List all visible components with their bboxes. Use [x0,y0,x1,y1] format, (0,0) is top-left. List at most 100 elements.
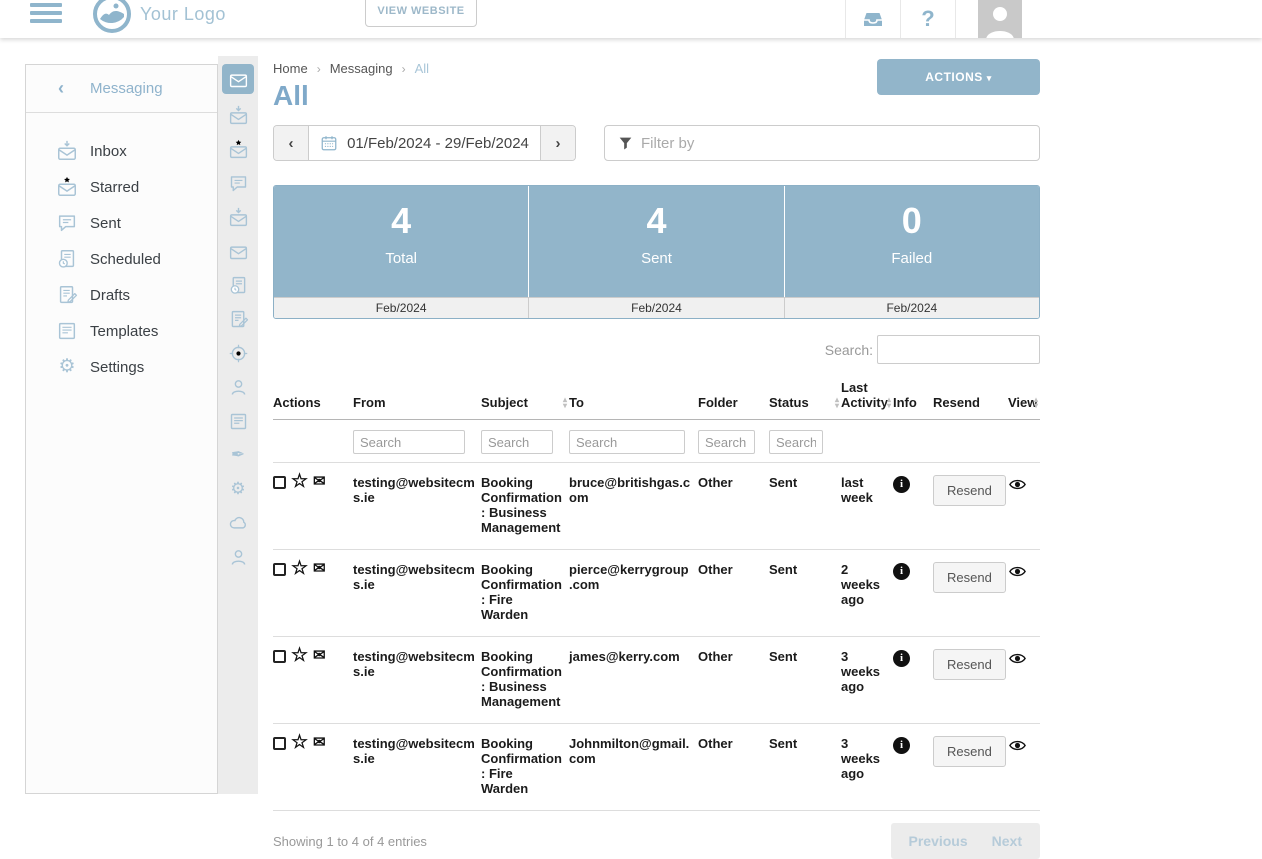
rail-signature-icon[interactable]: ✒ [222,442,254,468]
sort-arrows-icon: ▴▾ [1034,397,1038,409]
date-range-picker[interactable]: 01/Feb/2024 - 29/Feb/2024 [309,126,540,160]
cell-status: Sent [769,724,841,811]
rail-contacts-icon[interactable] [222,374,254,400]
column-header-status[interactable]: Status▴▾ [769,374,841,420]
envelope-icon[interactable]: ✉ [313,736,326,750]
row-checkbox[interactable] [273,563,286,576]
table-row: ☆✉testing@websitecms.ieBooking Confirmat… [273,724,1040,811]
sidebar-item-label: Settings [90,359,144,376]
cell-status: Sent [769,463,841,550]
resend-button[interactable]: Resend [933,562,1006,593]
rail-messaging-icon[interactable] [222,64,254,94]
row-checkbox[interactable] [273,650,286,663]
star-icon[interactable]: ☆ [291,736,308,750]
stat-card-failed: 0Failed [784,186,1039,297]
column-header-view[interactable]: View▴▾ [1008,374,1040,420]
rail-starred-icon[interactable] [222,136,254,162]
column-filter-subject[interactable] [481,430,553,454]
row-actions: ☆✉ [273,736,347,750]
rail-inbox-icon[interactable] [222,102,254,128]
stat-value: 0 [785,200,1039,242]
eye-view-icon[interactable] [1008,475,1027,494]
sidebar-item-sent[interactable]: Sent [26,205,217,241]
sidebar-item-scheduled[interactable]: Scheduled [26,241,217,277]
starred-envelope-icon [56,176,78,198]
stat-period: Feb/2024 [274,298,528,318]
resend-button[interactable]: Resend [933,736,1006,767]
rail-automation-icon[interactable] [222,340,254,366]
resend-button[interactable]: Resend [933,649,1006,680]
help-icon[interactable]: ? [901,0,955,38]
cell-last-activity: 3 weeks ago [841,724,893,811]
column-header-subject[interactable]: Subject▴▾ [481,374,569,420]
rail-chat-icon[interactable] [222,170,254,196]
stat-value: 4 [529,200,783,242]
stat-label: Total [274,250,528,267]
row-checkbox[interactable] [273,476,286,489]
column-filter-folder[interactable] [698,430,755,454]
breadcrumb-home[interactable]: Home [273,61,308,76]
actions-dropdown-button[interactable]: ACTIONS▾ [877,59,1040,95]
view-website-button[interactable]: VIEW WEBSITE [365,0,477,27]
envelope-icon[interactable]: ✉ [313,562,326,576]
rail-scheduled-icon[interactable] [222,272,254,298]
rail-sync-icon[interactable] [222,510,254,536]
date-next-button[interactable]: › [540,126,575,160]
row-checkbox[interactable] [273,737,286,750]
sidebar: ‹ Messaging InboxStarredSentScheduled Dra… [25,64,218,794]
row-actions: ☆✉ [273,649,347,663]
info-icon[interactable]: i [893,476,910,493]
sidebar-collapse-header[interactable]: ‹ Messaging [26,65,217,113]
info-icon[interactable]: i [893,650,910,667]
rail-account-icon[interactable] [222,544,254,570]
funnel-icon [618,136,633,151]
rail-settings-icon[interactable]: ⚙ [222,476,254,502]
hamburger-menu-icon[interactable] [30,3,62,27]
eye-view-icon[interactable] [1008,562,1027,581]
star-icon[interactable]: ☆ [291,649,308,663]
table-row: ☆✉testing@websitecms.ieBooking Confirmat… [273,463,1040,550]
star-icon[interactable]: ☆ [291,475,308,489]
eye-view-icon[interactable] [1008,736,1027,755]
star-icon[interactable]: ☆ [291,562,308,576]
rail-sent-icon[interactable] [222,204,254,230]
logo: Your Logo [92,0,226,34]
logo-picture-icon [92,0,132,34]
column-header-to: To [569,374,698,420]
sidebar-item-inbox[interactable]: Inbox [26,133,217,169]
column-filter-from[interactable] [353,430,465,454]
cell-to: james@kerry.com [569,637,698,724]
next-page-button[interactable]: Next [980,833,1034,849]
cell-folder: Other [698,724,769,811]
filter-input[interactable] [641,135,1021,152]
table-row: ☆✉testing@websitecms.ieBooking Confirmat… [273,550,1040,637]
envelope-icon[interactable]: ✉ [313,649,326,663]
previous-page-button[interactable]: Previous [897,833,980,849]
info-icon[interactable]: i [893,737,910,754]
sort-arrows-icon: ▴▾ [887,397,891,409]
eye-view-icon[interactable] [1008,649,1027,668]
rail-mail-icon[interactable] [222,238,254,264]
info-icon[interactable]: i [893,563,910,580]
rail-drafts-icon[interactable] [222,306,254,332]
user-avatar[interactable] [978,0,1022,38]
column-filter-to[interactable] [569,430,685,454]
column-header-last-activity[interactable]: Last Activity▴▾ [841,374,893,420]
resend-button[interactable]: Resend [933,475,1006,506]
table-search-input[interactable] [877,335,1040,364]
messages-table: ActionsFromSubject▴▾ToFolderStatus▴▾Last… [273,374,1040,811]
sidebar-item-drafts[interactable]: Drafts [26,277,217,313]
column-filter-status[interactable] [769,430,823,454]
sidebar-item-starred[interactable]: Starred [26,169,217,205]
cell-last-activity: 2 weeks ago [841,550,893,637]
icon-rail: ✒⚙ [218,56,258,794]
rail-templates-icon[interactable] [222,408,254,434]
date-prev-button[interactable]: ‹ [274,126,309,160]
envelope-icon[interactable]: ✉ [313,475,326,489]
sidebar-item-label: Drafts [90,287,130,304]
cell-subject: Booking Confirmation: Business Managemen… [481,637,569,724]
inbox-tray-icon[interactable] [846,0,900,38]
breadcrumb-messaging[interactable]: Messaging [330,61,393,76]
sidebar-item-settings[interactable]: ⚙Settings [26,349,217,385]
sidebar-item-templates[interactable]: Templates [26,313,217,349]
